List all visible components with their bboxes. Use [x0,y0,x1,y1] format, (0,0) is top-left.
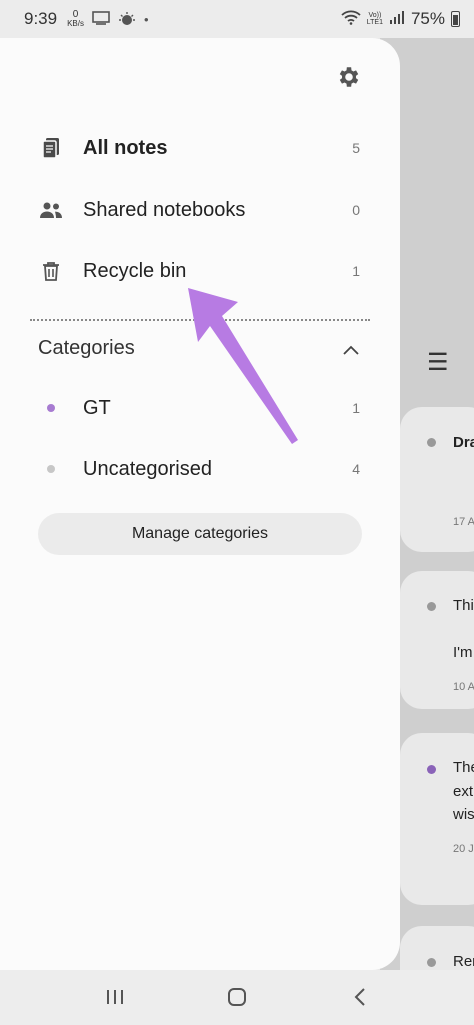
note-body: wis [453,806,474,823]
category-color-dot [47,465,55,473]
wifi-icon [341,9,361,30]
cast-icon [92,10,110,28]
weather-icon [118,11,136,28]
note-date: 20 J [453,843,474,855]
battery-percentage: 75% [410,9,445,28]
menu-item-label: Shared notebooks [83,198,246,221]
note-body: I'm [453,644,473,661]
note-dot [427,765,436,774]
battery-icon [451,11,460,27]
data-rate-indicator: 0 KB/s [67,10,84,28]
system-navigation-bar [0,970,474,1025]
data-rate-unit: KB/s [67,19,84,28]
volte-top: Vo)) [368,12,382,19]
note-dot [427,958,436,967]
volte-indicator: Vo)) LTE1 [367,12,383,26]
manage-categories-button[interactable]: Manage categories [38,513,362,555]
trash-icon [40,260,62,282]
people-icon [40,199,62,221]
navigation-drawer: All notes 5 Shared notebooks 0 Recycle b… [0,38,400,970]
note-title: Thi [453,597,474,614]
status-bar: 9:39 0 KB/s • Vo)) LTE1 75% [0,0,474,38]
category-count: 1 [352,400,360,416]
note-title: The [453,759,474,776]
menu-item-count: 1 [352,263,360,279]
note-title: Ren [453,953,474,970]
categories-title: Categories [38,337,135,359]
menu-icon[interactable]: ☰ [427,348,449,377]
home-icon[interactable] [222,984,252,1010]
note-card[interactable]: Thi I'm 10 A [400,571,474,709]
settings-gear-icon[interactable] [336,64,362,90]
note-card[interactable]: The ext wis 20 J [400,733,474,905]
annotation-arrow [188,288,298,444]
volte-bottom: LTE1 [366,19,383,26]
notification-dot-icon: • [144,11,149,27]
menu-item-all-notes[interactable]: All notes 5 [0,124,400,172]
category-label: Uncategorised [83,457,212,480]
back-icon[interactable] [345,984,375,1010]
note-date: 10 A [453,681,474,693]
signal-icon [389,9,405,29]
note-body: ext [453,783,474,800]
note-date: 17 A [453,516,474,528]
menu-item-label: Recycle bin [83,259,187,282]
status-time: 9:39 [24,9,58,28]
menu-item-count: 5 [352,140,360,156]
category-color-dot [47,404,55,412]
note-dot [427,438,436,447]
category-label: GT [83,396,111,419]
category-count: 4 [352,461,360,477]
menu-item-count: 0 [352,202,360,218]
notes-stack-icon [40,137,62,159]
chevron-up-icon[interactable] [340,340,362,362]
note-dot [427,602,436,611]
category-item-uncategorised[interactable]: Uncategorised 4 [0,445,400,493]
recent-apps-icon[interactable] [100,984,130,1010]
menu-item-label: All notes [83,136,168,159]
menu-item-shared-notebooks[interactable]: Shared notebooks 0 [0,186,400,234]
note-title: Dra [453,434,474,451]
note-card[interactable]: Dra 17 A [400,407,474,552]
